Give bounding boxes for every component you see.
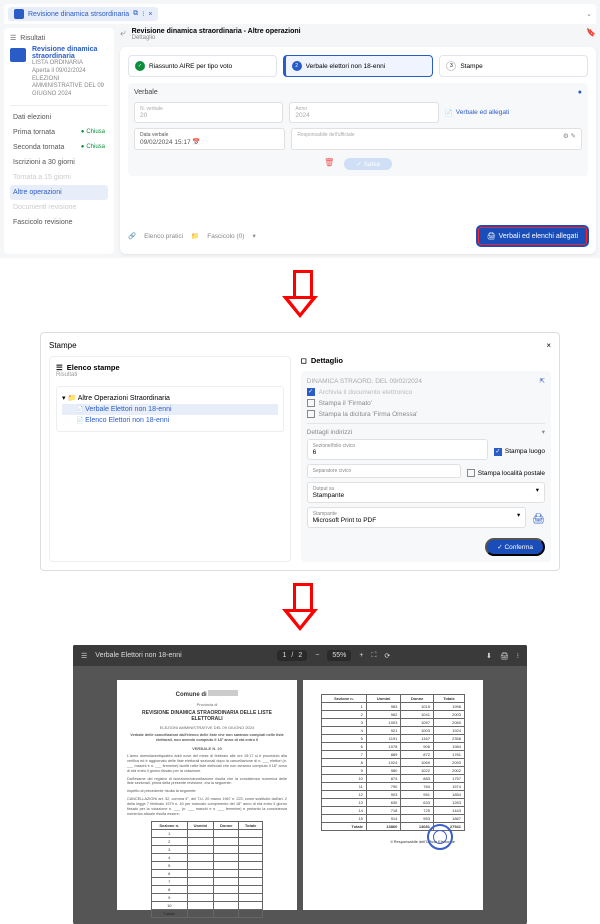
content-title: Revisione dinamica straordinaria - Altre… — [132, 28, 301, 35]
chevron-down-icon[interactable]: ⌄ — [586, 10, 592, 18]
table-page1: Sezione n.UominiDonneTotale 12 34 56 78 … — [151, 821, 263, 918]
tree-item-elenco[interactable]: Elenco Elettori non 18-enni — [62, 415, 278, 426]
sidebar-item-prima[interactable]: Prima tornataChiusa — [10, 125, 108, 140]
sidebar-item-tornata15: Tornata a 15 giorni — [10, 170, 108, 185]
tab-bar: Revisione dinamica strsordinaria ⧉ ⁝ × ⌄ — [4, 4, 596, 24]
sidebar-sub3: ELEZIONI AMMINISTRATIVE DEL 09 GIUGNO 20… — [32, 76, 108, 99]
print-icon[interactable]: 🖨 — [532, 514, 545, 525]
sidebar-list: Dati elezioni Prima tornataChiusa Second… — [10, 110, 108, 230]
pdf-viewer: ☰ Verbale Elettori non 18-enni 1 / 2 − 5… — [73, 645, 527, 924]
allegati-link[interactable]: 📄Verbale ed allegati — [445, 102, 582, 123]
sidebar-item-seconda[interactable]: Seconda tornataChiusa — [10, 140, 108, 155]
sidebar-item-documenti: Documenti revisione — [10, 200, 108, 215]
pdf-page-1: Comune di Provincia di REVISIONE DINAMIC… — [117, 680, 297, 910]
fit-icon[interactable]: ⛶ — [371, 652, 376, 660]
chk-omessa[interactable] — [307, 410, 315, 418]
zoom-out-icon[interactable]: − — [315, 652, 319, 659]
back-icon[interactable]: ⤶ — [120, 28, 126, 39]
sidebar-sub2: Aperta il 09/02/2024 — [32, 68, 108, 76]
app-icon — [14, 9, 24, 19]
page-control[interactable]: 1 / 2 — [277, 650, 307, 661]
tab-active[interactable]: Revisione dinamica strsordinaria ⧉ ⁝ × — [8, 7, 158, 21]
ref-text: DINAMICA STRAORD. DEL 09/02/2024 — [307, 378, 422, 385]
verbale-section: Verbale ● N. verbale20 Anno2024 📄Verbale … — [128, 83, 588, 176]
list-icon: ☰ — [10, 34, 16, 42]
link-icon[interactable]: 🔗 — [128, 232, 136, 240]
stamp-icon — [427, 824, 453, 850]
stepper: ✓Riassunto AIRE per tipo voto 2Verbale e… — [128, 55, 588, 77]
close-icon[interactable]: × — [148, 11, 152, 18]
arrow-down-icon — [282, 583, 318, 633]
tools-icon[interactable]: ⁝ — [142, 10, 144, 18]
tree-item-verbale[interactable]: Verbale Elettori non 18-enni — [62, 404, 278, 415]
detail-icon: ◻ — [301, 356, 307, 365]
zoom-level[interactable]: 55% — [327, 650, 351, 661]
open-icon[interactable]: ⇱ — [540, 377, 545, 385]
output-select[interactable]: Stampante — [313, 492, 344, 499]
content-sub: Dettaglio — [132, 35, 301, 41]
elenco-sub: Risultati — [56, 372, 284, 378]
dettaglio-title: Dettaglio — [311, 356, 343, 365]
confirm-button[interactable]: ✓ Conferma — [485, 538, 545, 556]
printer-select[interactable]: Microsoft Print to PDF — [313, 517, 377, 524]
table-page2: Sezione n.UominiDonneTotale1983101519982… — [321, 694, 465, 831]
arrow-down-icon — [282, 270, 318, 320]
step-2[interactable]: 2Verbale elettori non 18-enni — [283, 55, 434, 77]
chk-luogo[interactable] — [494, 448, 502, 456]
anno-field[interactable]: Anno2024 — [289, 102, 438, 123]
tree-root[interactable]: ▾ 📁 Altre Operazioni Straordinaria — [62, 392, 278, 404]
dialog-title: Stampe — [49, 341, 77, 350]
sez1-field[interactable]: 6 — [313, 449, 317, 456]
sidebar-title: Revisione dinamica straordinaria — [32, 46, 108, 60]
footer-link[interactable]: Elenco pratici — [144, 233, 183, 240]
step-1[interactable]: ✓Riassunto AIRE per tipo voto — [128, 55, 277, 77]
rotate-icon[interactable]: ⟳ — [384, 652, 390, 660]
pdf-title: Verbale Elettori non 18-enni — [95, 652, 181, 659]
delete-icon[interactable]: 🗑 — [324, 158, 334, 170]
num-field[interactable]: N. verbale20 — [134, 102, 283, 123]
verbali-allegati-button[interactable]: 🖨Verbali ed elenchi allegati — [477, 226, 588, 246]
chk-firmato[interactable] — [307, 399, 315, 407]
print-icon[interactable]: 🖨 — [500, 652, 509, 660]
resp-field[interactable]: Responsabile dell'ufficiale⚙ ✎ — [291, 128, 582, 150]
chevron-down-icon[interactable]: ▾ — [542, 428, 545, 436]
data-field[interactable]: Data verbale09/02/2024 15:17 📅 — [134, 128, 285, 150]
more-icon[interactable]: ⁝ — [517, 652, 519, 660]
folder-icon — [10, 48, 26, 62]
zoom-in-icon[interactable]: + — [359, 652, 363, 659]
sidebar-item-dati[interactable]: Dati elezioni — [10, 110, 108, 125]
sidebar-item-iscrizioni[interactable]: Iscrizioni a 30 giorni — [10, 155, 108, 170]
chk-localita[interactable] — [467, 469, 475, 477]
footer-fasc[interactable]: Fascicolo (0) — [207, 233, 244, 240]
save-button[interactable]: ✓ Salva — [344, 158, 392, 170]
bookmark-icon[interactable]: 🔖 — [586, 28, 596, 37]
pdf-page-2: Sezione n.UominiDonneTotale1983101519982… — [303, 680, 483, 910]
menu-icon[interactable]: ☰ — [81, 652, 87, 660]
sidebar-sub1: LISTA ORDINARIA — [32, 60, 108, 68]
sidebar: ☰ Risultati Revisione dinamica straordin… — [4, 28, 114, 254]
close-icon[interactable]: × — [546, 341, 551, 350]
chk-archivia — [307, 388, 315, 396]
stampe-dialog: Stampe × ☰ Elenco stampe Risultati ▾ 📁 Alt… — [40, 332, 560, 571]
sidebar-item-altre[interactable]: Altre operazioni — [10, 185, 108, 200]
results-label: Risultati — [20, 35, 45, 42]
elenco-title: Elenco stampe — [67, 363, 120, 372]
sidebar-header: Revisione dinamica straordinaria LISTA O… — [10, 46, 108, 106]
section-title: Verbale — [134, 89, 158, 96]
step-3[interactable]: 3Stampe — [439, 55, 588, 77]
indirizzi-label: Dettagli indirizzi — [307, 429, 353, 436]
collapse-icon[interactable]: ● — [578, 89, 582, 96]
copy-icon[interactable]: ⧉ — [133, 10, 138, 18]
list-icon: ☰ — [56, 363, 63, 372]
tab-title: Revisione dinamica strsordinaria — [28, 11, 129, 18]
folder-icon[interactable]: 📁 — [191, 232, 199, 240]
download-icon[interactable]: ⬇ — [486, 652, 492, 660]
sidebar-item-fascicolo[interactable]: Fascicolo revisione — [10, 215, 108, 230]
content-area: ⤶ Revisione dinamica straordinaria - Alt… — [120, 28, 596, 254]
